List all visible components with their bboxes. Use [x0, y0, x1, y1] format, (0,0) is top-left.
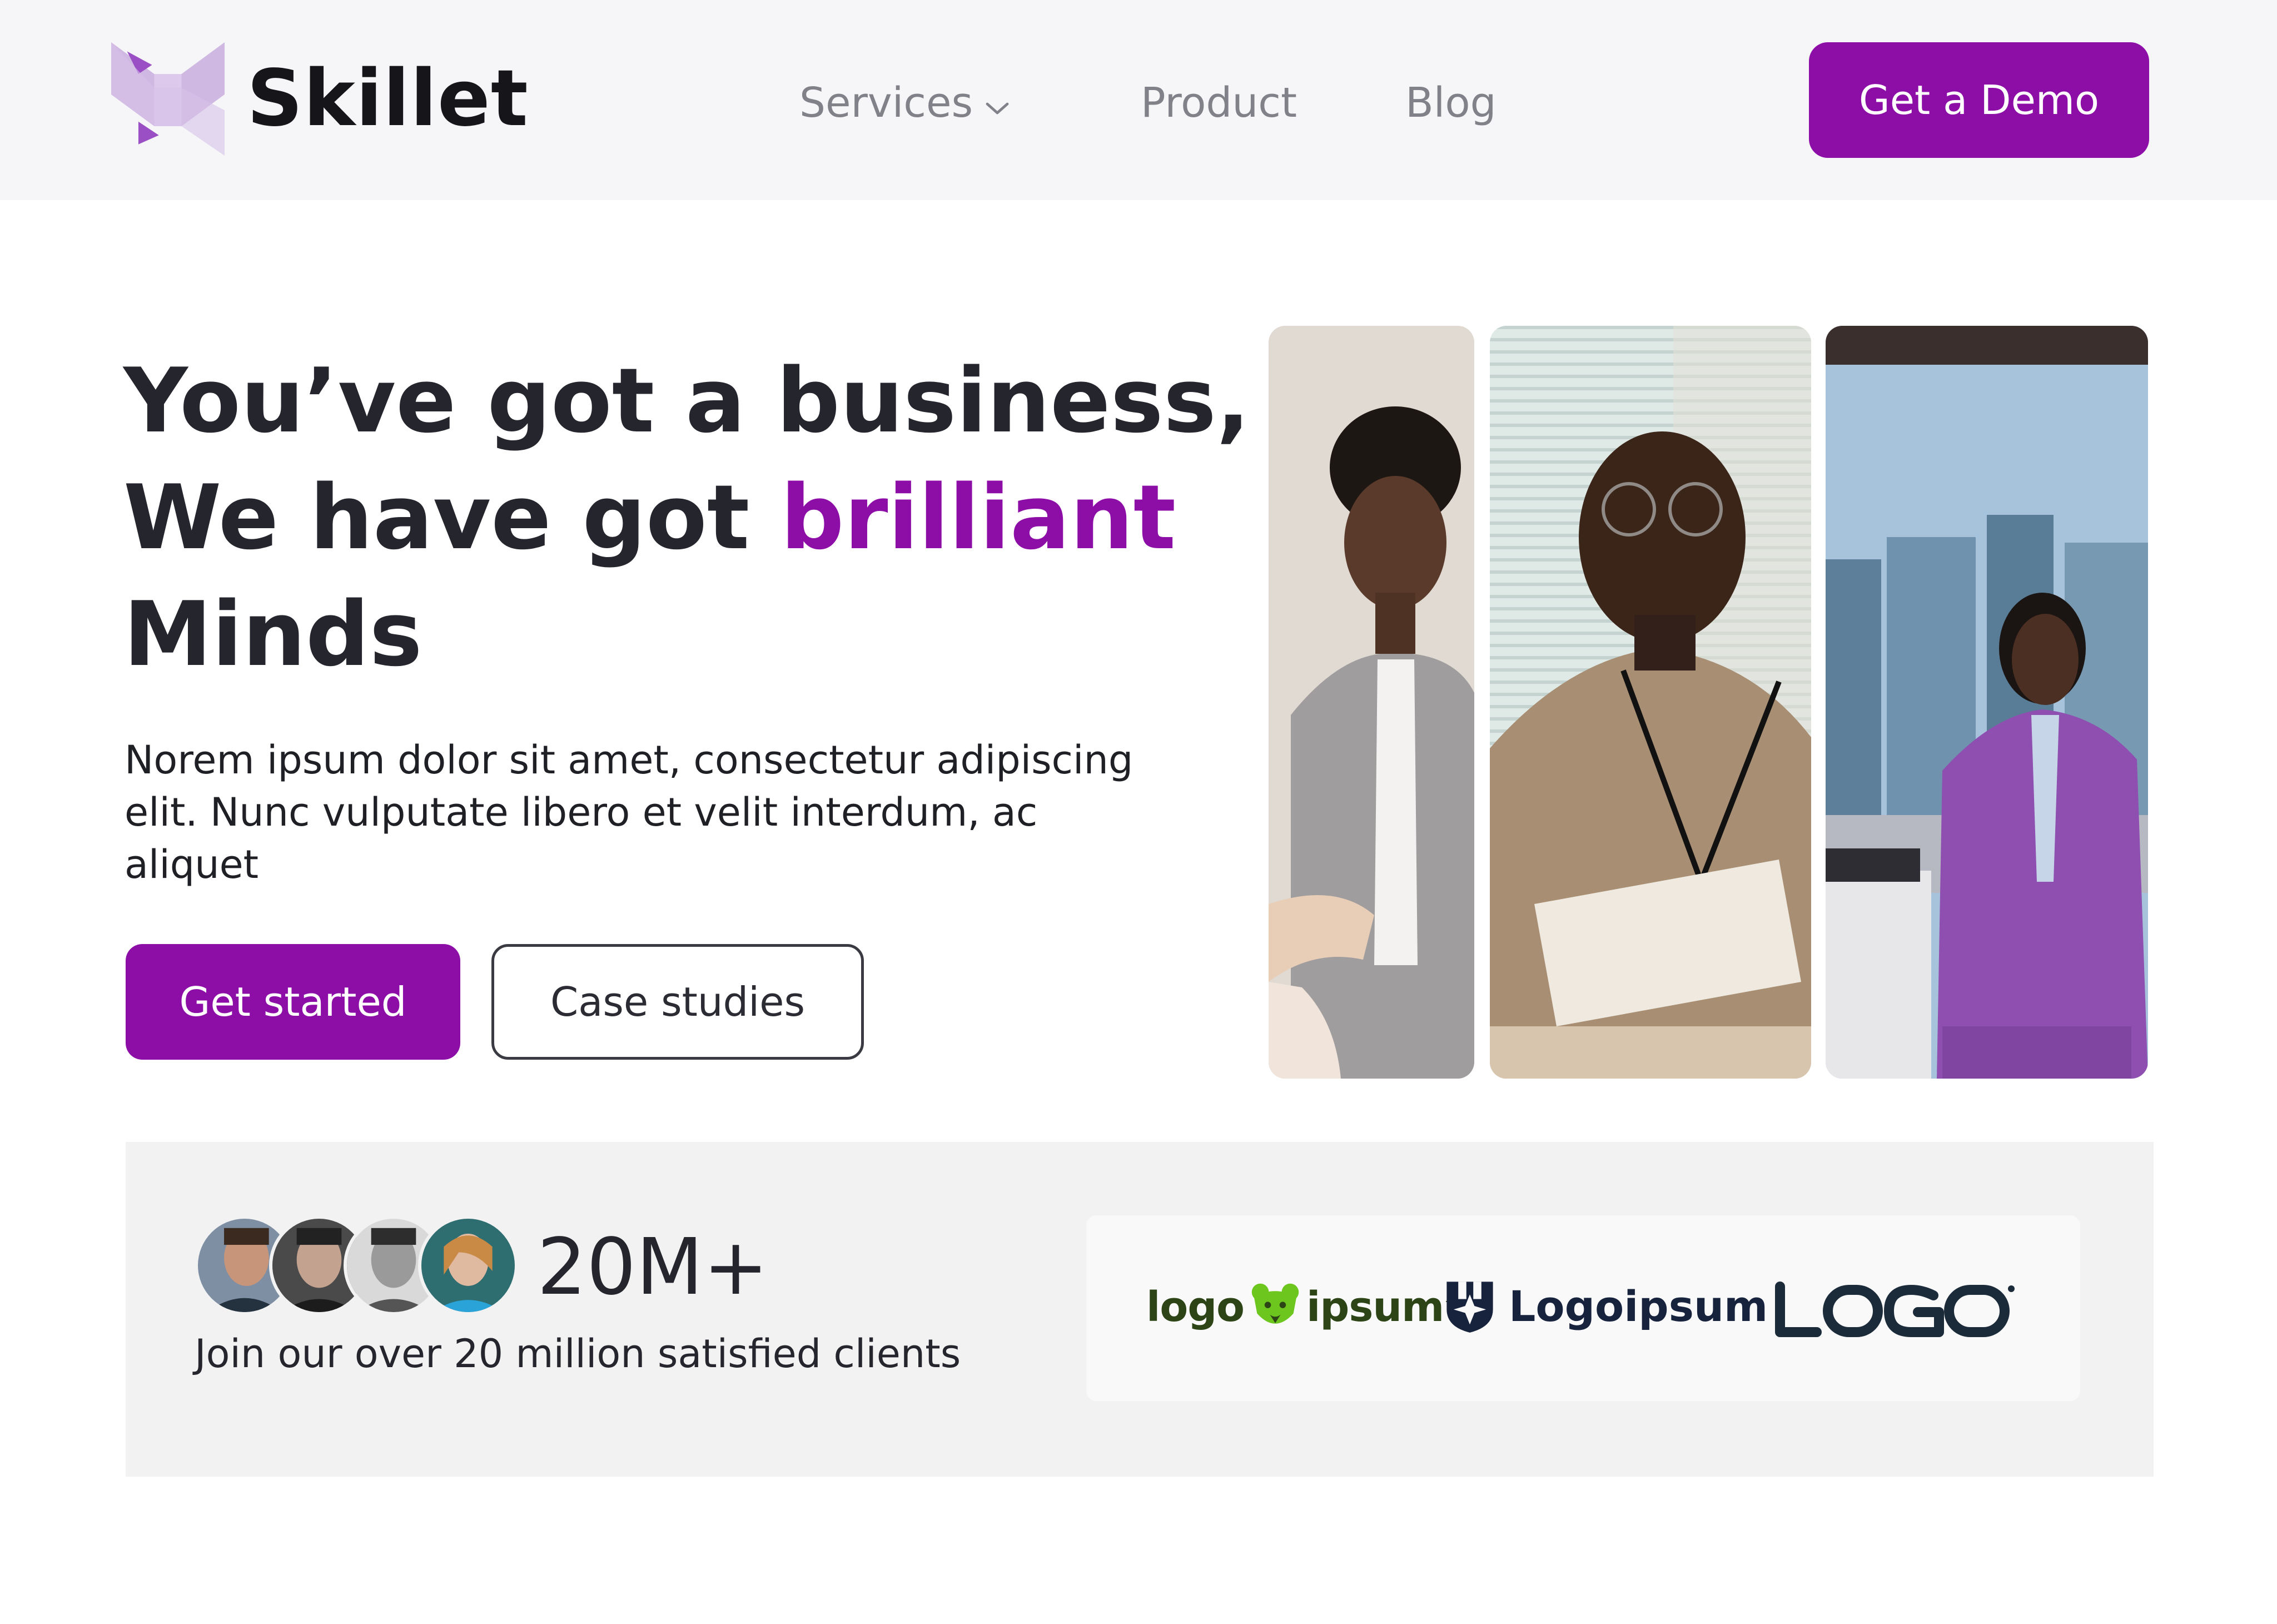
nav-blog[interactable]: Blog: [1405, 82, 1497, 123]
bear-icon: [1251, 1283, 1299, 1324]
get-started-button[interactable]: Get started: [126, 944, 460, 1060]
headline-accent: brilliant: [780, 465, 1176, 569]
partner-logo-text-left: logo: [1146, 1283, 1245, 1331]
hero-photo-woman-purple-suit: [1826, 326, 2148, 1079]
chevron-down-icon[interactable]: [984, 99, 1011, 118]
get-demo-button[interactable]: Get a Demo: [1809, 42, 2149, 158]
hero-subtext: Norem ipsum dolor sit amet, consectetur …: [125, 737, 1133, 887]
partner-logo-logoipsum-text: Logoipsum: [1509, 1281, 1768, 1331]
shield-icon: [1446, 1282, 1493, 1333]
nav-services[interactable]: Services: [799, 82, 973, 123]
hero-headline: You’ve got a business, We have got brill…: [123, 342, 1250, 693]
hero-photo-woman-grey-blazer: [1269, 326, 1474, 1079]
avatar: [418, 1215, 518, 1315]
clients-caption: Join our over 20 million satisfied clien…: [195, 1331, 961, 1377]
clients-stat: 20M+: [537, 1222, 769, 1313]
nav-product[interactable]: Product: [1141, 82, 1297, 123]
case-studies-button[interactable]: Case studies: [491, 944, 864, 1060]
brand-name[interactable]: Skillet: [247, 60, 529, 138]
headline-line-2: We have got brilliant: [123, 459, 1180, 576]
hero-photo-man-glasses: [1490, 326, 1811, 1079]
partner-logo-logoipsum-shield: Logoipsum: [1441, 1275, 1768, 1337]
headline-line-2-prefix: We have got: [123, 465, 781, 569]
skillet-logo-icon[interactable]: [111, 42, 225, 156]
client-avatars: [195, 1215, 519, 1315]
partner-logo-wordmark: [1775, 1282, 2015, 1337]
site-header: Skillet Services Product Blog Get a Demo: [0, 0, 2277, 200]
partner-logo-text-right: ipsum: [1306, 1283, 1444, 1331]
partner-logo-ipsum-bear: logo ipsum ™: [1146, 1277, 1458, 1338]
headline-line-3: Minds: [123, 582, 422, 686]
headline-line-1: You’ve got a business,: [123, 349, 1250, 453]
